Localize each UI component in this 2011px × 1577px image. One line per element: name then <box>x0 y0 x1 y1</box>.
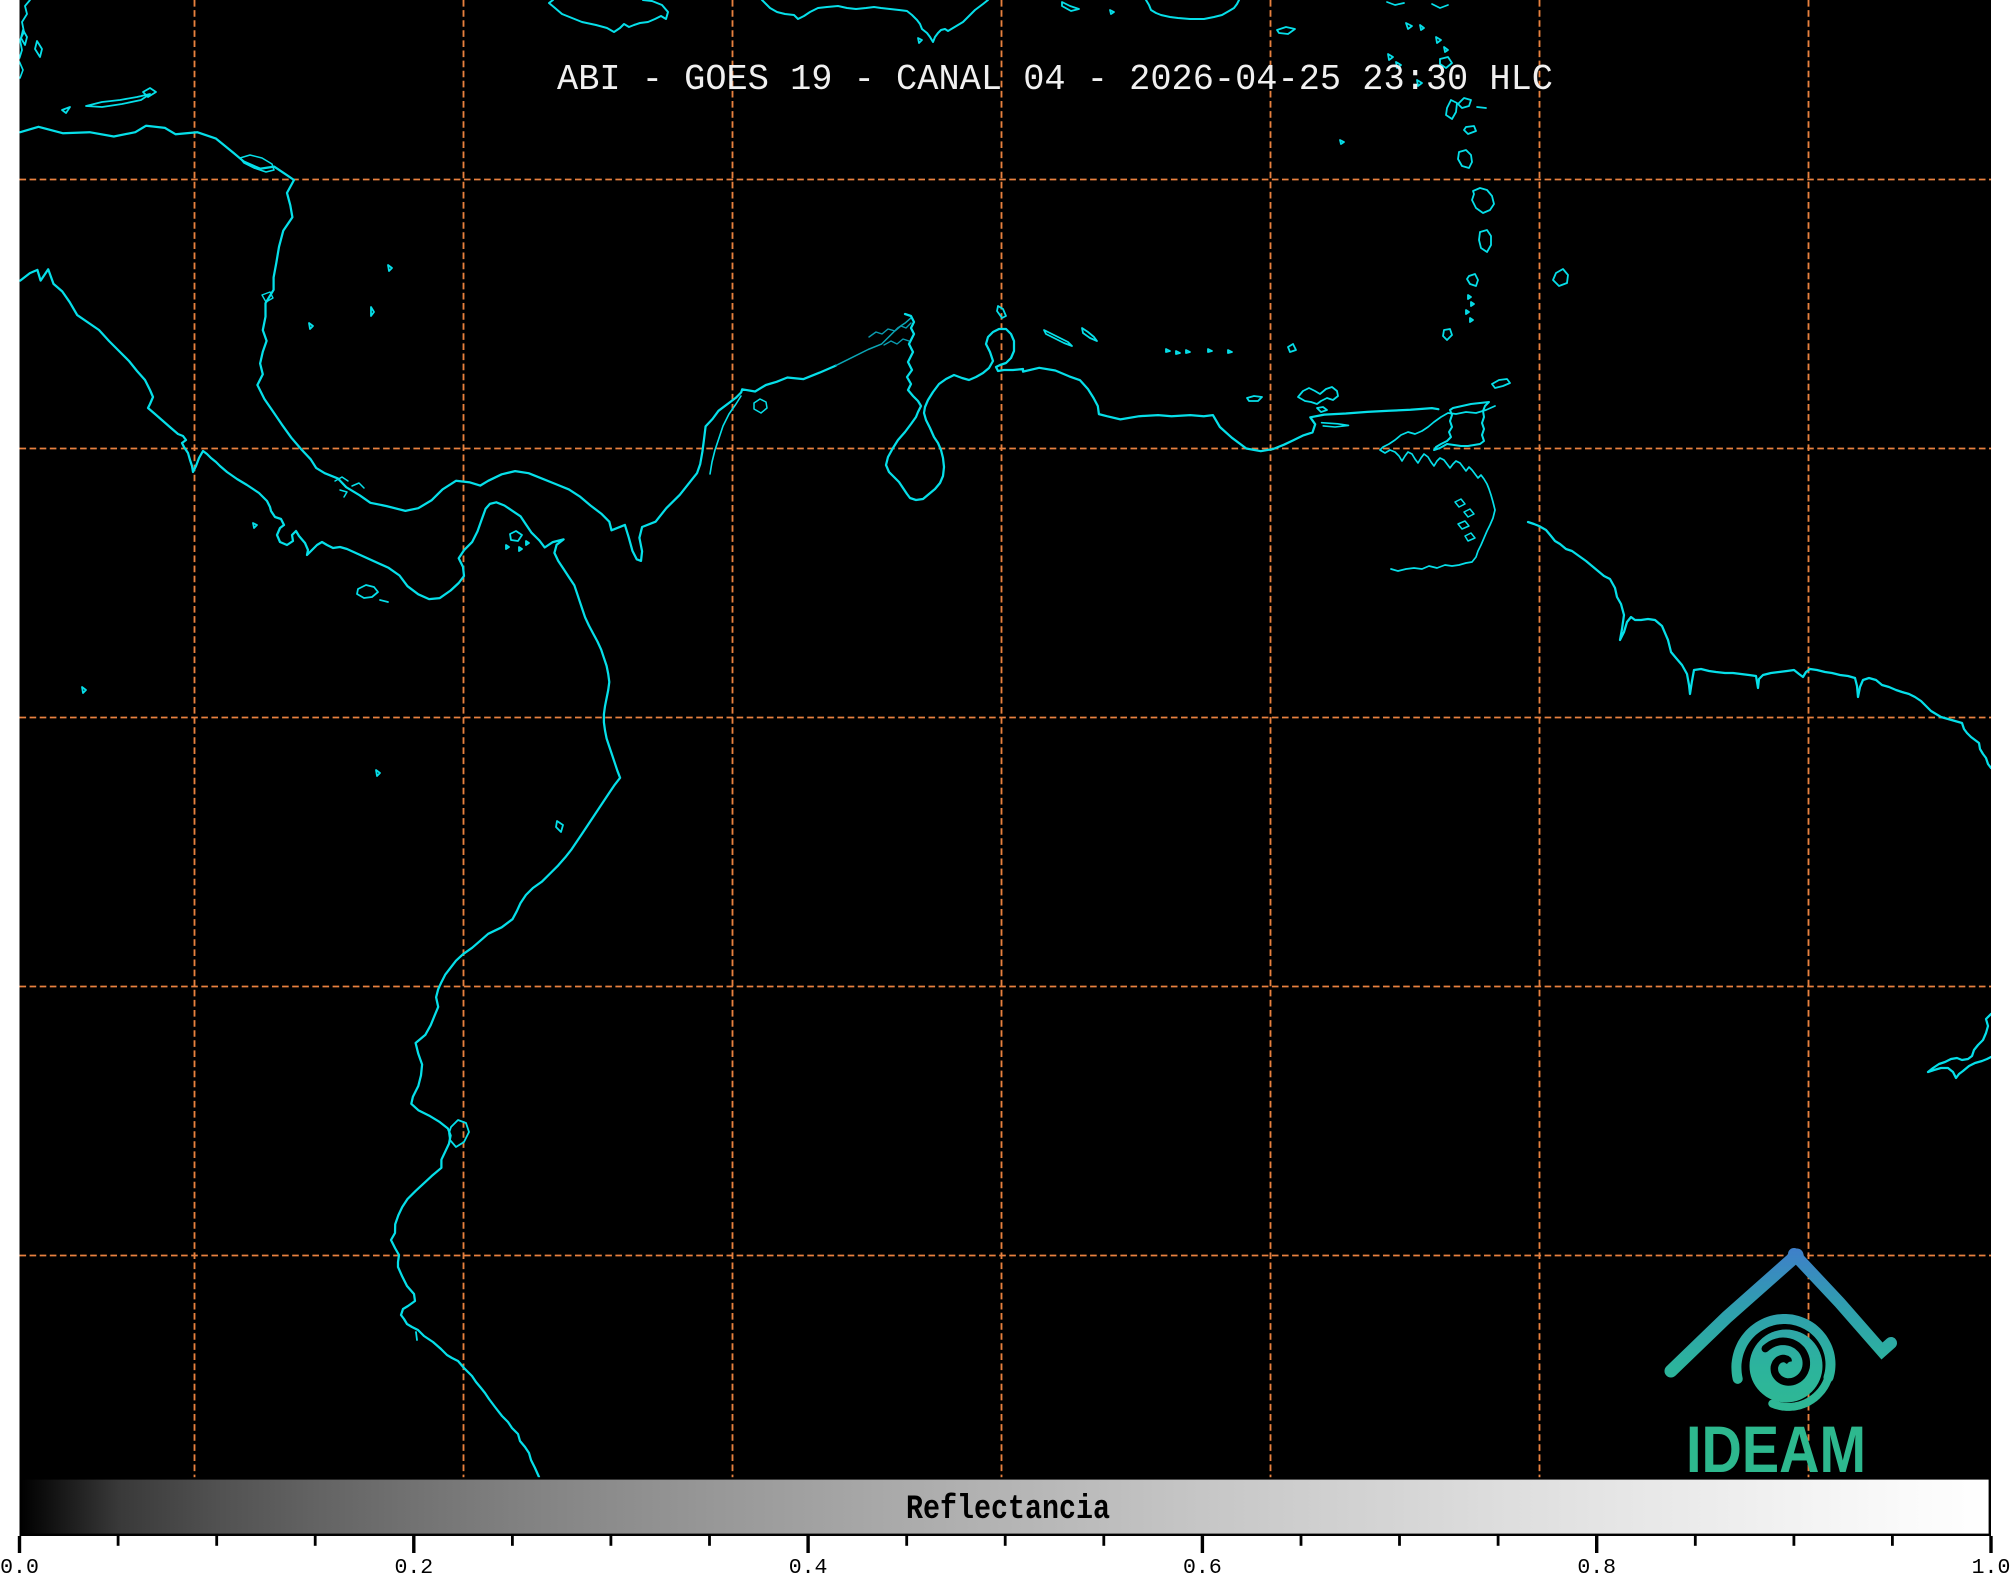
svg-text:1.0: 1.0 <box>1972 1556 2011 1577</box>
svg-text:0.0: 0.0 <box>0 1556 39 1577</box>
svg-text:0.2: 0.2 <box>394 1556 433 1577</box>
svg-text:0.8: 0.8 <box>1577 1556 1616 1577</box>
svg-text:0.4: 0.4 <box>789 1556 828 1577</box>
svg-text:IDEAM: IDEAM <box>1686 1412 1866 1486</box>
svg-text:0.6: 0.6 <box>1183 1556 1222 1577</box>
svg-text:Reflectancia: Reflectancia <box>906 1491 1110 1529</box>
svg-text:ABI - GOES 19 - CANAL 04 - 202: ABI - GOES 19 - CANAL 04 - 2026-04-25 23… <box>557 59 1553 100</box>
